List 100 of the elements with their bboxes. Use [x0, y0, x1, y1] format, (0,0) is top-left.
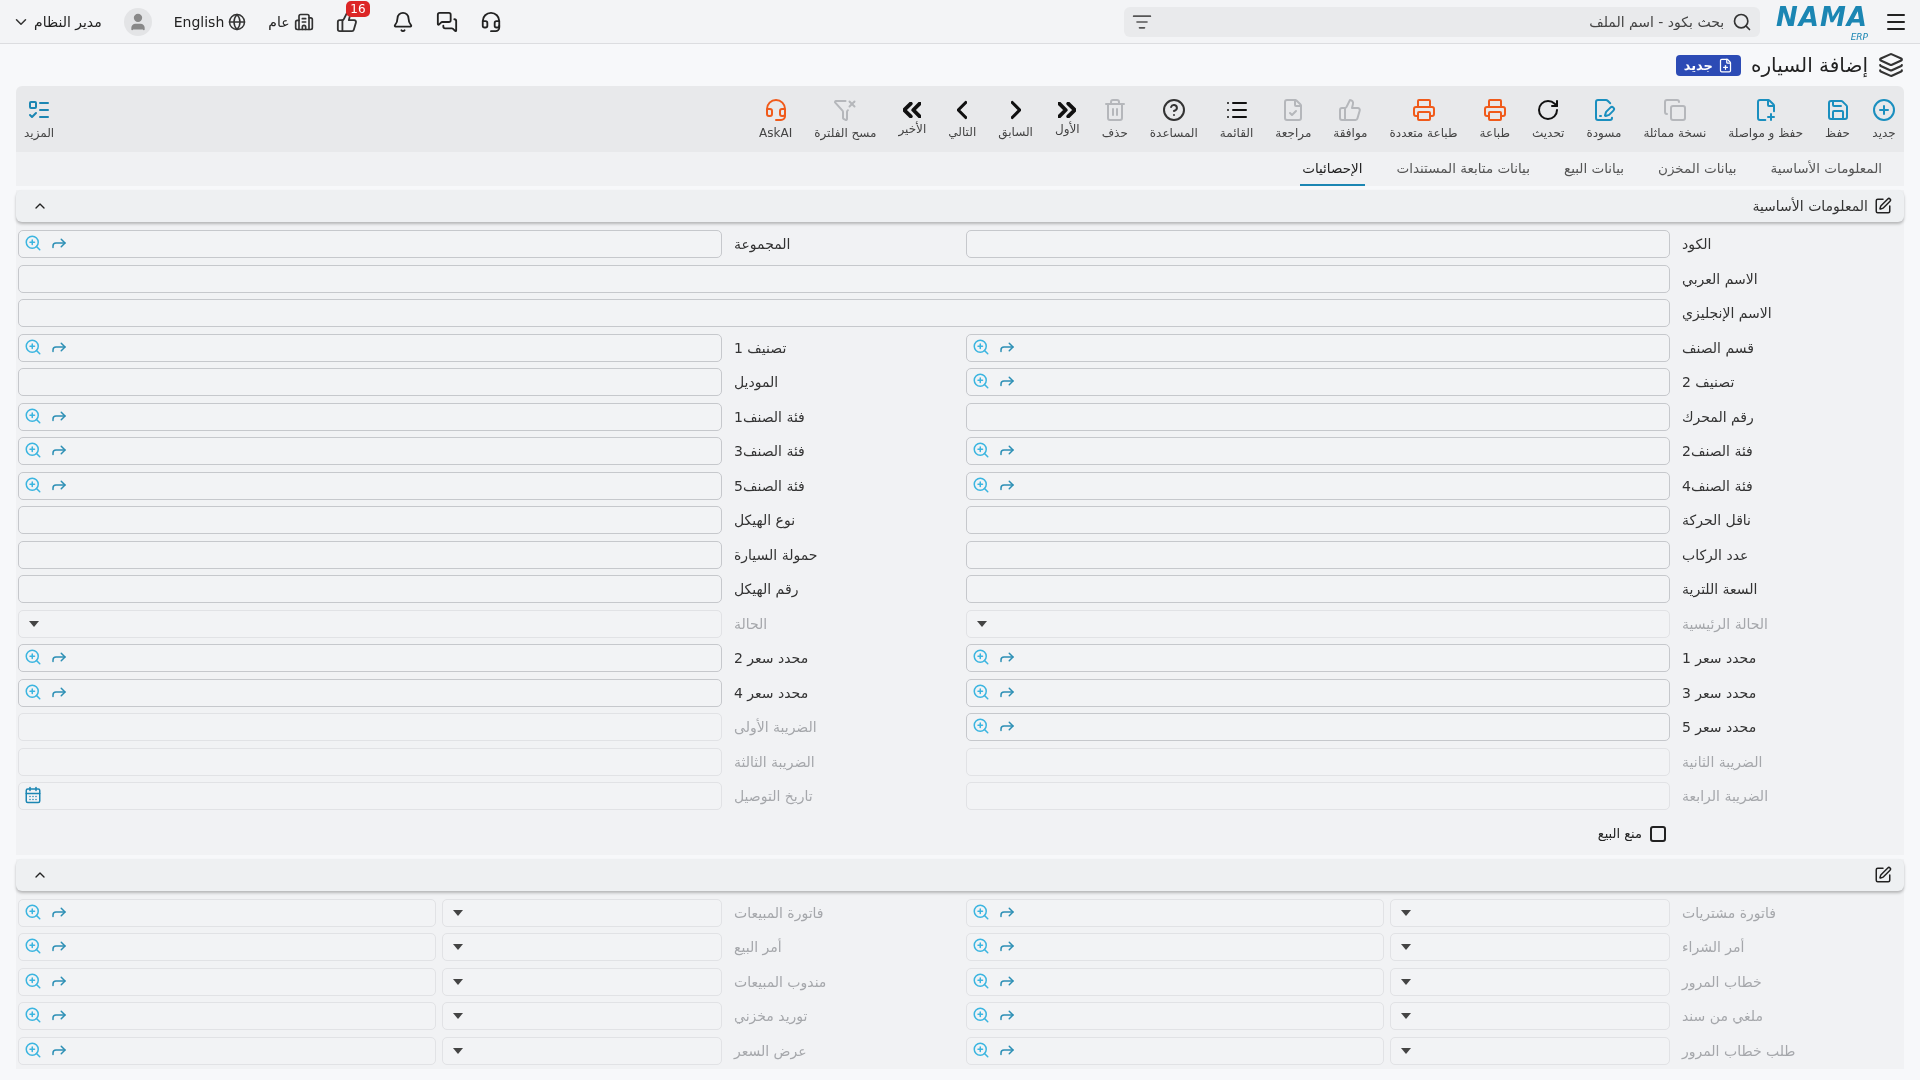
zoom-in-icon[interactable]: [972, 902, 990, 921]
zoom-in-icon[interactable]: [24, 971, 42, 990]
input-field[interactable]: [18, 540, 722, 569]
input-field[interactable]: [966, 437, 1670, 465]
zoom-in-icon[interactable]: [972, 475, 990, 494]
zoom-in-icon[interactable]: [972, 648, 990, 666]
zoom-in-icon[interactable]: [972, 1040, 990, 1059]
field-label: عدد الركاب: [1682, 545, 1750, 565]
toolbar-button[interactable]: القائمة: [1219, 98, 1254, 140]
language-label[interactable]: English: [173, 13, 225, 30]
zoom-in-icon[interactable]: [24, 902, 42, 921]
caret-icon: [453, 944, 463, 950]
copy-icon: [1662, 98, 1687, 122]
zoom-in-icon[interactable]: [24, 1040, 42, 1059]
caret-icon: [453, 1013, 463, 1019]
caret-icon: [1401, 944, 1411, 950]
toolbar-button[interactable]: AskAI: [759, 98, 793, 140]
tab[interactable]: بيانات متابعة المستندات: [1394, 152, 1532, 186]
input-field[interactable]: [18, 437, 722, 465]
field-label: أمر الشراء: [1682, 937, 1746, 958]
input-field[interactable]: [966, 333, 1670, 362]
toolbar-button[interactable]: المساعدة: [1149, 98, 1198, 140]
zoom-in-icon[interactable]: [972, 717, 990, 735]
input-field[interactable]: [18, 230, 722, 258]
checkbox[interactable]: [1650, 825, 1666, 842]
toolbar-button[interactable]: طباعة: [1479, 98, 1510, 140]
toolbar-button[interactable]: جديد: [1872, 98, 1896, 140]
zoom-in-icon[interactable]: [24, 475, 42, 494]
more-button[interactable]: المزيد: [24, 98, 55, 140]
toolbar-button[interactable]: التالي: [948, 99, 977, 139]
input-field[interactable]: [18, 333, 722, 362]
input-field[interactable]: [966, 713, 1670, 741]
zoom-in-icon[interactable]: [24, 234, 42, 252]
zoom-in-icon[interactable]: [24, 1006, 42, 1024]
search-field[interactable]: بحث بكود - اسم الملف: [1124, 6, 1761, 37]
zoom-in-icon[interactable]: [24, 682, 42, 701]
input-field[interactable]: [966, 540, 1670, 569]
zoom-in-icon[interactable]: [24, 937, 42, 955]
tab[interactable]: بيانات المخزن: [1655, 152, 1739, 186]
tab[interactable]: الإحصائيات: [1300, 152, 1365, 186]
toolbar-button[interactable]: مسودة: [1586, 98, 1622, 140]
zoom-in-icon[interactable]: [972, 971, 990, 990]
toolbar-button[interactable]: تحديث: [1531, 98, 1565, 140]
status-badge: جديد: [1675, 54, 1741, 76]
input-field[interactable]: [966, 230, 1670, 258]
toolbar-button[interactable]: طباعة متعددة: [1389, 98, 1458, 140]
toolbar-button[interactable]: حفظ: [1825, 98, 1850, 140]
field-label: الموديل: [734, 373, 780, 393]
zoom-in-icon[interactable]: [972, 441, 990, 459]
input-field[interactable]: [18, 264, 1670, 293]
field-label: الكود: [1682, 235, 1713, 255]
input-field[interactable]: [966, 575, 1670, 603]
input-field[interactable]: [966, 506, 1670, 534]
input-field[interactable]: [18, 368, 722, 396]
field-label: رقم المحرك: [1682, 407, 1755, 428]
input-field[interactable]: [966, 368, 1670, 396]
field-label: فئة الصنف1: [734, 407, 806, 427]
toolbar-button[interactable]: الأخير: [898, 102, 927, 136]
edit-icon[interactable]: [1874, 865, 1892, 884]
zoom-in-icon[interactable]: [24, 441, 42, 459]
zoom-in-icon[interactable]: [972, 937, 990, 955]
user-name[interactable]: مدير النظام: [34, 13, 102, 30]
chat-icon[interactable]: [435, 10, 458, 33]
input-field[interactable]: [966, 644, 1670, 672]
input-field[interactable]: [18, 402, 722, 431]
caret-icon: [1401, 1013, 1411, 1019]
field-label: تاريخ التوصيل: [734, 787, 814, 807]
caret-icon: [453, 1047, 463, 1054]
toolbar-button[interactable]: السابق: [998, 99, 1033, 139]
zoom-in-icon[interactable]: [24, 406, 42, 425]
tab[interactable]: بيانات البيع: [1561, 152, 1626, 186]
input-field[interactable]: [18, 299, 1670, 327]
input-field[interactable]: [966, 471, 1670, 500]
zoom-in-icon[interactable]: [972, 372, 990, 390]
field-label: الضريبة الرابعة: [1682, 787, 1770, 806]
search-icon: [1732, 11, 1753, 32]
toolbar-button[interactable]: حفظ و مواصلة: [1728, 98, 1804, 140]
globe-icon: [228, 12, 247, 31]
calendar-icon[interactable]: [24, 786, 42, 804]
bell-icon[interactable]: [391, 10, 414, 33]
zoom-in-icon[interactable]: [972, 1006, 990, 1024]
input-field[interactable]: [966, 678, 1670, 707]
company-name[interactable]: عام: [268, 13, 290, 30]
headset-icon[interactable]: [479, 10, 502, 33]
edit-icon[interactable]: [1874, 197, 1892, 215]
input-field[interactable]: [18, 506, 722, 534]
checkbox-label: منع البيع: [1597, 826, 1642, 841]
field-label: أمر البيع: [734, 937, 783, 958]
zoom-in-icon[interactable]: [972, 337, 990, 356]
field-label: فئة الصنف4: [1682, 476, 1754, 496]
zoom-in-icon[interactable]: [972, 682, 990, 701]
zoom-in-icon[interactable]: [24, 337, 42, 356]
input-field[interactable]: [966, 402, 1670, 431]
tab[interactable]: المعلومات الأساسية: [1768, 152, 1884, 186]
input-field[interactable]: [18, 678, 722, 707]
toolbar-button[interactable]: الأول: [1054, 102, 1080, 136]
input-field[interactable]: [18, 471, 722, 500]
input-field[interactable]: [18, 575, 722, 603]
input-field[interactable]: [18, 644, 722, 672]
zoom-in-icon[interactable]: [24, 648, 42, 666]
